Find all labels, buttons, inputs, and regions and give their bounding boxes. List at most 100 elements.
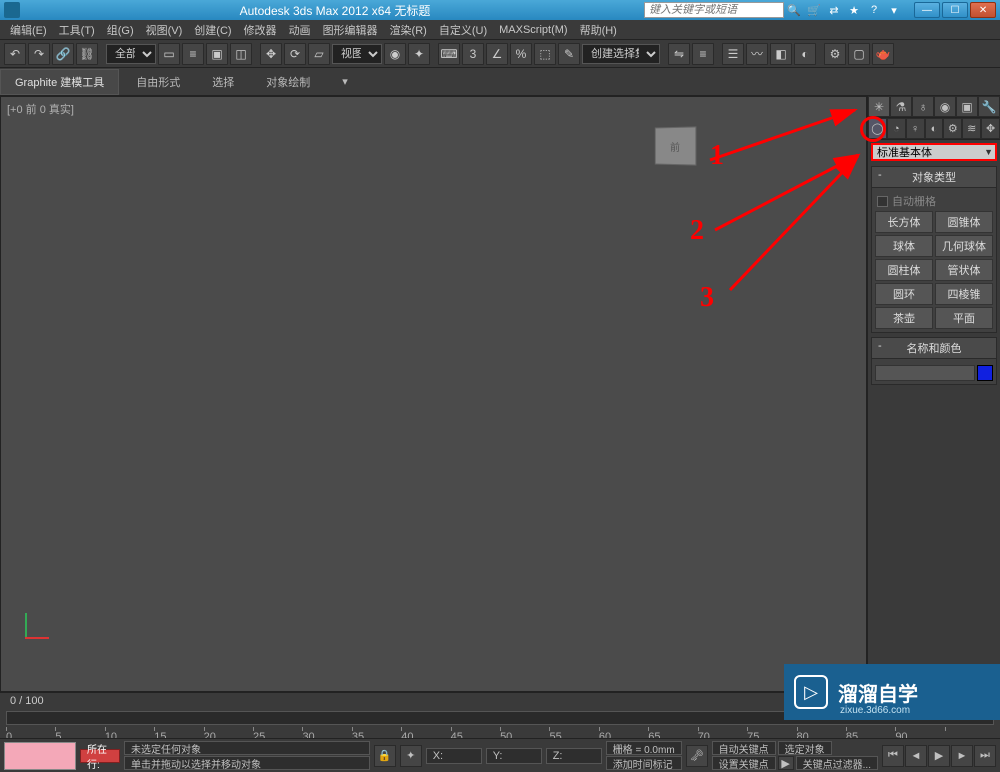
render-setup-button[interactable]: ⚙ [824, 43, 846, 65]
ribbon-expand-toggle[interactable]: ▾ [327, 70, 363, 93]
dropdown-icon[interactable]: ▾ [885, 2, 903, 18]
edit-named-sel-button[interactable]: ✎ [558, 43, 580, 65]
torus-button[interactable]: 圆环 [875, 283, 933, 305]
named-selection-sets[interactable]: 创建选择集 [582, 44, 660, 64]
link-button[interactable]: 🔗 [52, 43, 74, 65]
object-type-rollup-head[interactable]: -对象类型 [871, 166, 997, 188]
trackbar-thumbnail[interactable] [4, 742, 76, 770]
ribbon-tab-selection[interactable]: 选择 [197, 69, 249, 95]
schematic-view-button[interactable]: ◧ [770, 43, 792, 65]
menu-modifiers[interactable]: 修改器 [238, 20, 283, 40]
undo-button[interactable]: ↶ [4, 43, 26, 65]
spinner-snap-button[interactable]: ⬚ [534, 43, 556, 65]
utilities-tab[interactable]: 🔧 [978, 96, 1000, 117]
redo-button[interactable]: ↷ [28, 43, 50, 65]
menu-animation[interactable]: 动画 [283, 20, 317, 40]
menu-create[interactable]: 创建(C) [188, 20, 237, 40]
viewport-label[interactable]: [+0 前 0 真实] [7, 101, 74, 117]
display-tab[interactable]: ▣ [956, 96, 978, 117]
menu-graph-editors[interactable]: 图形编辑器 [317, 20, 384, 40]
align-button[interactable]: ≡ [692, 43, 714, 65]
percent-snap-button[interactable]: % [510, 43, 532, 65]
next-frame-button[interactable]: ► [951, 745, 973, 767]
shapes-category[interactable]: ◔ [887, 118, 906, 139]
motion-tab[interactable]: ◉ [934, 96, 956, 117]
key-filters-button[interactable]: 关键点过滤器... [796, 756, 878, 770]
primitive-dropdown[interactable]: 标准基本体 ▼ [871, 143, 997, 161]
ribbon-tab-freeform[interactable]: 自由形式 [121, 69, 195, 95]
name-color-rollup-head[interactable]: -名称和颜色 [871, 337, 997, 359]
modify-tab[interactable]: ⚗ [890, 96, 912, 117]
systems-category[interactable]: ✥ [981, 118, 1000, 139]
play-button[interactable]: ▶ [928, 745, 950, 767]
pivot-center-button[interactable]: ◉ [384, 43, 406, 65]
scale-button[interactable]: ▱ [308, 43, 330, 65]
menu-customize[interactable]: 自定义(U) [433, 20, 493, 40]
search-icon[interactable]: 🔍 [785, 2, 803, 18]
cone-button[interactable]: 圆锥体 [935, 211, 993, 233]
geosphere-button[interactable]: 几何球体 [935, 235, 993, 257]
menu-maxscript[interactable]: MAXScript(M) [493, 22, 573, 38]
set-key-icon[interactable]: ▶ [778, 756, 794, 770]
menu-tools[interactable]: 工具(T) [53, 20, 101, 40]
create-tab[interactable]: ✳ [868, 96, 890, 117]
curve-editor-button[interactable]: 〰 [746, 43, 768, 65]
ribbon-tab-modeling[interactable]: Graphite 建模工具 [0, 69, 119, 95]
help-icon[interactable]: ? [865, 2, 883, 18]
unlink-button[interactable]: ⛓ [76, 43, 98, 65]
selected-filter[interactable]: 选定对象 [778, 741, 832, 755]
prev-frame-button[interactable]: ◄ [905, 745, 927, 767]
ribbon-tab-paint[interactable]: 对象绘制 [251, 69, 325, 95]
transform-y[interactable]: Y: [486, 748, 542, 764]
keyboard-shortcut-button[interactable]: ⌨ [438, 43, 460, 65]
sphere-button[interactable]: 球体 [875, 235, 933, 257]
selection-filter[interactable]: 全部 [106, 44, 156, 64]
menu-view[interactable]: 视图(V) [140, 20, 189, 40]
rendered-frame-button[interactable]: ▢ [848, 43, 870, 65]
material-editor-button[interactable]: ◐ [794, 43, 816, 65]
close-button[interactable]: ✕ [970, 2, 996, 18]
teapot-button[interactable]: 茶壶 [875, 307, 933, 329]
object-color-swatch[interactable] [977, 365, 993, 381]
minimize-button[interactable]: — [914, 2, 940, 18]
layer-manager-button[interactable]: ☰ [722, 43, 744, 65]
star-icon[interactable]: ★ [845, 2, 863, 18]
ref-coord-system[interactable]: 视图 [332, 44, 382, 64]
view-cube[interactable]: 前 [655, 126, 697, 165]
snap-toggle-button[interactable]: 3 [462, 43, 484, 65]
cameras-category[interactable]: ◐ [925, 118, 944, 139]
cart-icon[interactable]: 🛒 [805, 2, 823, 18]
cylinder-button[interactable]: 圆柱体 [875, 259, 933, 281]
goto-start-button[interactable]: ⏮ [882, 745, 904, 767]
key-mode-button[interactable]: 🗝 [686, 745, 708, 767]
lock-selection-button[interactable]: 🔒 [374, 745, 396, 767]
autogrid-checkbox[interactable]: 自动栅格 [875, 191, 993, 211]
goto-end-button[interactable]: ⏭ [974, 745, 996, 767]
absolute-mode-button[interactable]: ✦ [400, 745, 422, 767]
menu-edit[interactable]: 编辑(E) [4, 20, 53, 40]
transform-x[interactable]: X: [426, 748, 482, 764]
exchange-icon[interactable]: ⇄ [825, 2, 843, 18]
select-by-name-button[interactable]: ≡ [182, 43, 204, 65]
mirror-button[interactable]: ⇋ [668, 43, 690, 65]
tube-button[interactable]: 管状体 [935, 259, 993, 281]
viewport[interactable]: [+0 前 0 真实] 前 [0, 96, 867, 692]
rotate-button[interactable]: ⟳ [284, 43, 306, 65]
angle-snap-button[interactable]: ∠ [486, 43, 508, 65]
set-key-button[interactable]: 设置关键点 [712, 756, 776, 770]
maximize-button[interactable]: ☐ [942, 2, 968, 18]
box-button[interactable]: 长方体 [875, 211, 933, 233]
rect-region-button[interactable]: ▣ [206, 43, 228, 65]
menu-group[interactable]: 组(G) [101, 20, 140, 40]
menu-rendering[interactable]: 渲染(R) [384, 20, 433, 40]
pyramid-button[interactable]: 四棱锥 [935, 283, 993, 305]
move-button[interactable]: ✥ [260, 43, 282, 65]
manipulate-button[interactable]: ✦ [408, 43, 430, 65]
menu-help[interactable]: 帮助(H) [574, 20, 623, 40]
lights-category[interactable]: ♀ [906, 118, 925, 139]
plane-button[interactable]: 平面 [935, 307, 993, 329]
select-object-button[interactable]: ▭ [158, 43, 180, 65]
add-time-tag[interactable]: 添加时间标记 [606, 756, 682, 770]
hierarchy-tab[interactable]: ♁ [912, 96, 934, 117]
spacewarps-category[interactable]: ≋ [962, 118, 981, 139]
